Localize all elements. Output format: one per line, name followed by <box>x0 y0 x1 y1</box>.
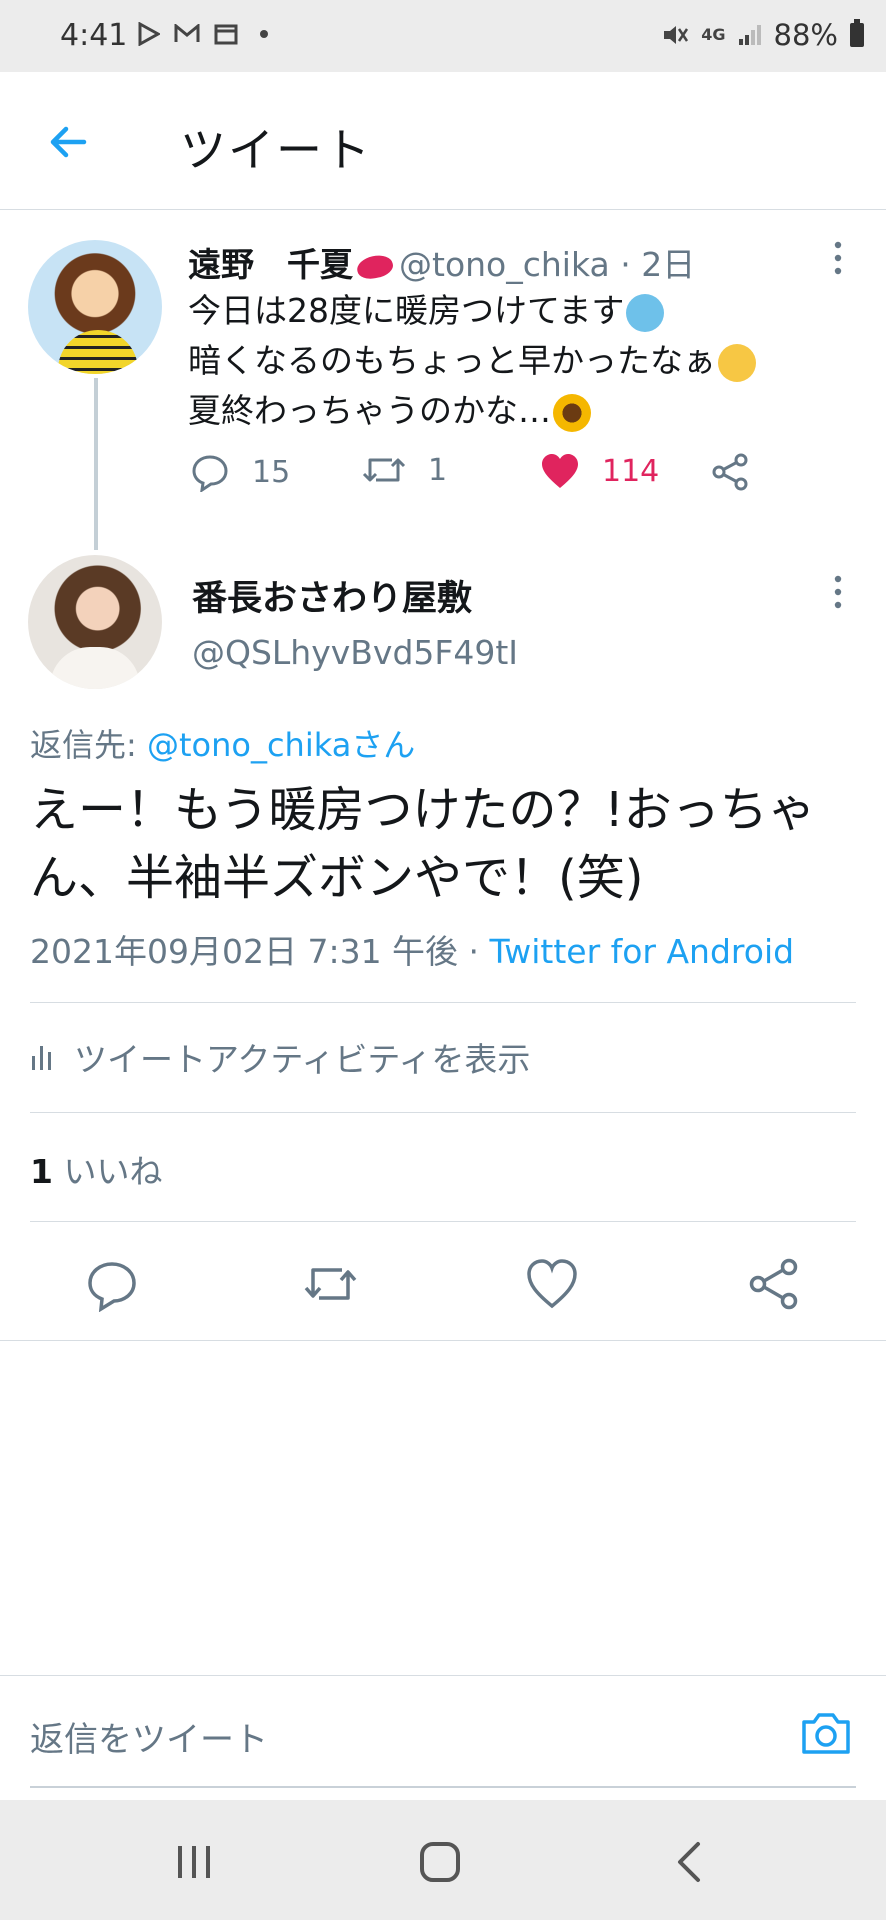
share-icon <box>712 453 748 491</box>
likes-count: 1 <box>30 1152 53 1191</box>
likes-summary[interactable]: 1 いいね <box>30 1145 162 1193</box>
reply-icon <box>192 455 228 492</box>
reply-to: 返信先: @tono_chikaさん <box>30 720 415 766</box>
reply-button[interactable]: 15 <box>190 452 290 492</box>
thread-connector <box>94 378 98 550</box>
battery-icon <box>850 19 864 47</box>
tweet-line: 夏終わっちゃうのかな… <box>188 391 551 430</box>
tweet-meta: 2021年09月02日 7:31 午後 · Twitter for Androi… <box>30 925 794 973</box>
top-app-bar: ツイート <box>0 72 886 210</box>
more-options-icon[interactable] <box>828 240 848 276</box>
composer-underline <box>30 1786 856 1788</box>
page-title: ツイート <box>180 123 372 177</box>
reply-icon[interactable] <box>84 1256 140 1312</box>
tweet-text: えー！もう暖房つけたの？!おっちゃん、半袖半ズボンやで！(笑) <box>30 782 816 906</box>
likes-label: いいね <box>52 1152 163 1191</box>
avatar[interactable] <box>28 240 162 374</box>
home-icon[interactable] <box>416 1838 464 1886</box>
back-icon[interactable] <box>666 1838 714 1886</box>
dot-icon <box>260 30 268 38</box>
mute-icon <box>664 26 689 44</box>
tweet-time: · 2日 <box>620 245 696 284</box>
share-button[interactable] <box>710 452 750 492</box>
camera-icon[interactable] <box>800 1708 852 1756</box>
retweet-icon[interactable] <box>302 1256 358 1312</box>
reply-to-link[interactable]: @tono_chikaさん <box>147 726 415 764</box>
kiss-mark-emoji-icon <box>355 251 395 282</box>
divider <box>30 1221 856 1222</box>
more-options-icon[interactable] <box>828 574 848 610</box>
retweet-count: 1 <box>428 452 448 488</box>
tweet-source-link[interactable]: Twitter for Android <box>490 932 795 971</box>
status-bar: 4:41 4G 88% <box>0 0 886 72</box>
share-icon[interactable] <box>746 1256 802 1312</box>
activity-label: ツイートアクティビティを表示 <box>74 1040 531 1079</box>
calendar-icon <box>214 24 238 45</box>
avatar[interactable] <box>28 555 162 689</box>
notification-icons <box>138 22 268 46</box>
tweet-activity-link[interactable]: ツイートアクティビティを表示 <box>30 1033 530 1081</box>
tweet-text: 今日は28度に暖房つけてます 暗くなるのもちょっと早かったなぁ 夏終わっちゃうの… <box>188 286 756 436</box>
tweet-actions-bar <box>0 1248 886 1318</box>
tweet-line: 今日は28度に暖房つけてます <box>188 291 625 330</box>
retweet-icon <box>362 458 406 482</box>
signal-icon <box>738 25 761 45</box>
system-nav-bar <box>0 1800 886 1920</box>
reply-to-label: 返信先: <box>30 726 147 764</box>
like-count: 114 <box>602 453 660 489</box>
sunflower-emoji-icon <box>553 393 591 432</box>
tweet-timestamp: 2021年09月02日 7:31 午後 · <box>30 932 490 971</box>
reply-input[interactable]: 返信をツイート <box>30 1712 268 1761</box>
tweet-actions: 15 1 114 <box>190 452 790 502</box>
tweet-header: 遠野 千夏 @tono_chika · 2日 <box>188 238 695 286</box>
recent-apps-icon[interactable] <box>170 1838 218 1886</box>
status-time: 4:41 <box>60 18 128 53</box>
play-store-icon <box>138 22 160 46</box>
author-handle[interactable]: @tono_chika <box>399 245 610 284</box>
author-name[interactable]: 遠野 千夏 <box>188 245 353 284</box>
author-handle[interactable]: @QSLhyvBvd5F49tI <box>192 633 518 672</box>
gmail-icon <box>174 24 200 42</box>
analytics-icon <box>32 1046 51 1070</box>
heart-icon[interactable] <box>524 1256 580 1312</box>
heart-filled-icon <box>542 454 578 488</box>
divider <box>30 1112 856 1113</box>
reply-count: 15 <box>252 454 291 490</box>
like-button[interactable]: 114 <box>540 452 659 490</box>
battery-percent: 88% <box>773 18 838 52</box>
retweet-button[interactable]: 1 <box>362 452 447 488</box>
back-arrow-icon[interactable] <box>44 118 92 166</box>
system-icons: 4G 88% <box>661 18 864 52</box>
reply-composer[interactable]: 返信をツイート <box>0 1675 886 1787</box>
author-name[interactable]: 番長おさわり屋敷 <box>192 570 472 621</box>
network-4g-icon: 4G <box>701 25 726 44</box>
tweet-line: 暗くなるのもちょっと早かったなぁ <box>188 341 716 380</box>
section-divider <box>0 1340 886 1341</box>
pleading-face-emoji-icon <box>718 343 756 382</box>
cold-face-emoji-icon <box>626 293 665 332</box>
divider <box>30 1002 856 1003</box>
